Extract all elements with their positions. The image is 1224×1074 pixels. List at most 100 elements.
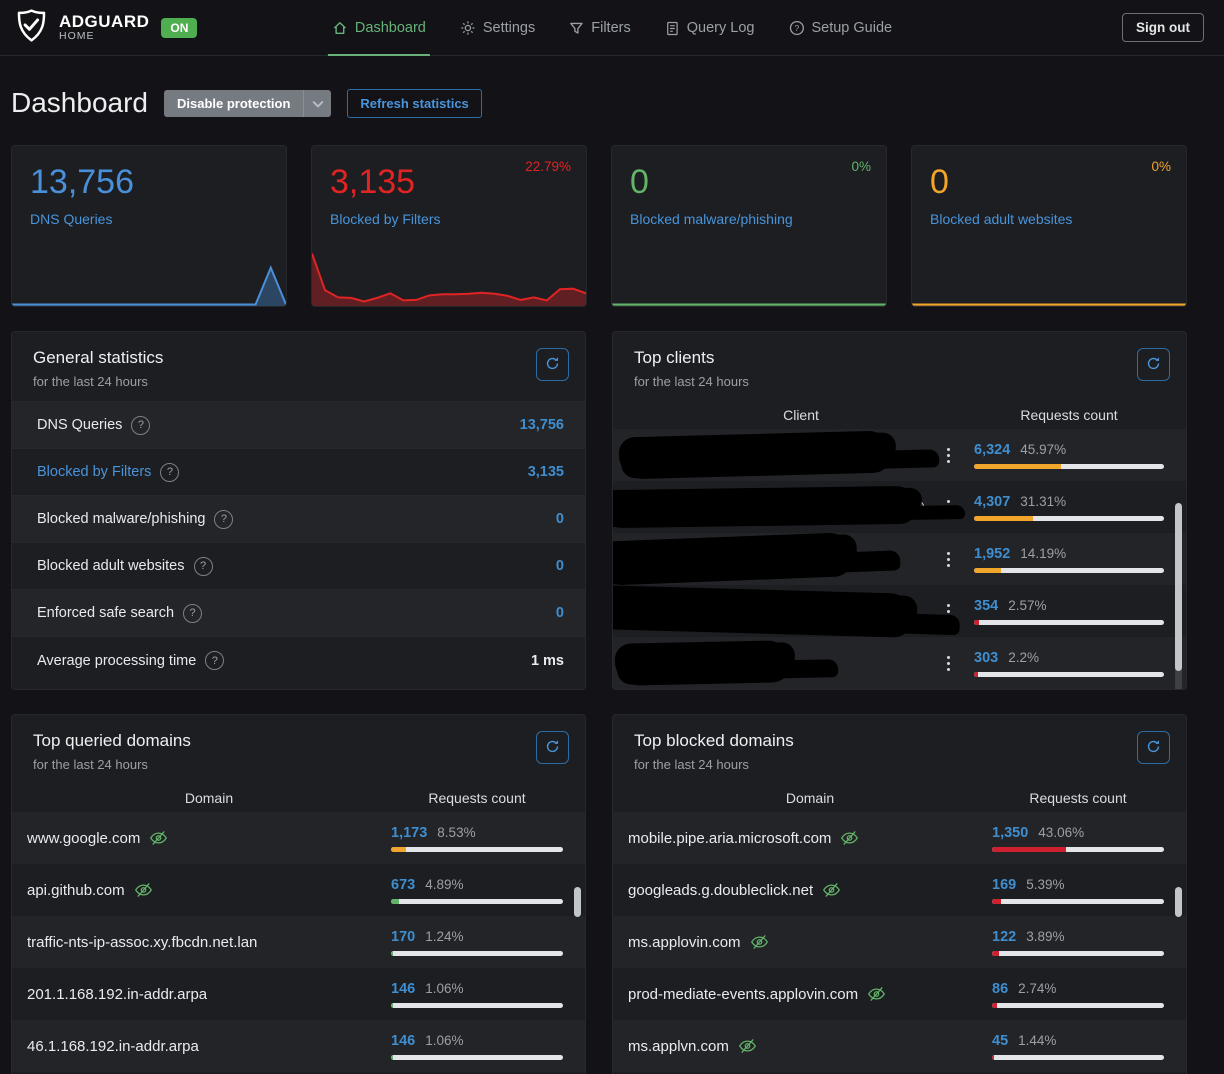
nav-item[interactable]: Filters bbox=[569, 0, 630, 56]
statistics-row: Blocked adult websites ? 0 bbox=[12, 543, 585, 590]
card-title: Top clients bbox=[634, 348, 749, 368]
requests-count: 45 bbox=[992, 1033, 1008, 1049]
stat-card: 0 Blocked malware/phishing 0% bbox=[611, 145, 887, 307]
statistics-value: 0 bbox=[556, 511, 564, 527]
requests-bar bbox=[391, 899, 563, 904]
table-row: ms.applvn.com 45 bbox=[613, 1020, 1186, 1072]
table-row: 46.1.168.192.in-addr.arpa bbox=[12, 1020, 585, 1072]
requests-count: 303 bbox=[974, 650, 998, 666]
stat-value: 13,756 bbox=[30, 163, 268, 202]
nav-item[interactable]: Query Log bbox=[665, 0, 755, 56]
requests-percent: 31.31% bbox=[1020, 494, 1066, 509]
stat-percent: 22.79% bbox=[525, 159, 571, 174]
logo-subtitle: HOME bbox=[59, 30, 149, 42]
scrollbar[interactable] bbox=[574, 887, 581, 1074]
column-header-domain: Domain bbox=[628, 790, 992, 806]
help-icon[interactable]: ? bbox=[205, 651, 224, 670]
refresh-icon bbox=[1146, 356, 1161, 374]
table-row: mobile.pipe.aria.microsoft.com bbox=[613, 812, 1186, 864]
requests-percent: 4.89% bbox=[425, 877, 463, 892]
svg-text:?: ? bbox=[794, 23, 799, 33]
requests-count: 354 bbox=[974, 598, 998, 614]
domain-name: prod-mediate-events.applovin.com bbox=[628, 986, 858, 1003]
card-subtitle: for the last 24 hours bbox=[33, 757, 191, 772]
help-icon[interactable]: ? bbox=[131, 416, 150, 435]
refresh-icon bbox=[545, 356, 560, 374]
stat-label-link[interactable]: Blocked adult websites bbox=[930, 211, 1072, 227]
stat-value: 0 bbox=[630, 163, 868, 202]
card-subtitle: for the last 24 hours bbox=[634, 374, 749, 389]
requests-count: 86 bbox=[992, 981, 1008, 997]
adguard-logo[interactable]: ADGUARD HOME bbox=[14, 8, 149, 48]
row-menu-button[interactable] bbox=[938, 604, 958, 619]
eye-off-icon bbox=[821, 881, 842, 899]
disable-protection-dropdown-button[interactable] bbox=[303, 90, 331, 117]
help-icon[interactable]: ? bbox=[214, 510, 233, 529]
row-menu-button[interactable] bbox=[938, 500, 958, 515]
refresh-button[interactable] bbox=[536, 731, 569, 764]
row-menu-button[interactable] bbox=[938, 448, 958, 463]
sign-out-button[interactable]: Sign out bbox=[1122, 13, 1204, 42]
requests-bar bbox=[391, 1055, 563, 1060]
chevron-down-icon bbox=[312, 96, 324, 111]
document-icon bbox=[665, 21, 680, 36]
statistics-value: 13,756 bbox=[520, 417, 564, 433]
card-title: Top queried domains bbox=[33, 731, 191, 751]
statistics-row: Enforced safe search ? 0 bbox=[12, 590, 585, 637]
eye-off-icon bbox=[839, 829, 860, 847]
requests-count: 122 bbox=[992, 929, 1016, 945]
refresh-icon bbox=[545, 739, 560, 757]
table-row: traffic-nts-ip-assoc.xy.fbcdn.net.lan bbox=[12, 916, 585, 968]
stat-card: 3,135 Blocked by Filters 22.79% bbox=[311, 145, 587, 307]
stat-label-link[interactable]: Blocked malware/phishing bbox=[630, 211, 793, 227]
table-row: ) 4,307 31.31% bbox=[613, 481, 1186, 533]
requests-count: 6,324 bbox=[974, 442, 1010, 458]
top-blocked-domains-card: Top blocked domains for the last 24 hour… bbox=[612, 714, 1187, 1074]
refresh-statistics-button[interactable]: Refresh statistics bbox=[347, 89, 481, 118]
stat-label-link[interactable]: DNS Queries bbox=[30, 211, 112, 227]
statistics-label: Blocked adult websites bbox=[37, 558, 185, 574]
requests-bar bbox=[992, 847, 1164, 852]
stat-card: 13,756 DNS Queries bbox=[11, 145, 287, 307]
funnel-icon bbox=[569, 21, 584, 36]
row-menu-button[interactable] bbox=[938, 656, 958, 671]
column-header-requests-count: Requests count bbox=[992, 790, 1164, 806]
nav-item[interactable]: Dashboard bbox=[332, 0, 426, 56]
domain-name: traffic-nts-ip-assoc.xy.fbcdn.net.lan bbox=[27, 934, 257, 951]
scrollbar[interactable] bbox=[1175, 887, 1182, 1074]
scrollbar-thumb[interactable] bbox=[574, 887, 581, 917]
help-icon[interactable]: ? bbox=[160, 463, 179, 482]
column-header-domain: Domain bbox=[27, 790, 391, 806]
stat-percent: 0% bbox=[1151, 159, 1171, 174]
stat-label-link[interactable]: Blocked by Filters bbox=[330, 211, 440, 227]
nav-item[interactable]: ? Setup Guide bbox=[788, 0, 892, 56]
table-row: 1,952 14.19% bbox=[613, 533, 1186, 585]
statistics-value: 0 bbox=[556, 558, 564, 574]
eye-off-icon bbox=[737, 1037, 758, 1055]
page-title: Dashboard bbox=[11, 87, 148, 119]
disable-protection-button[interactable]: Disable protection bbox=[164, 90, 303, 117]
refresh-icon bbox=[1146, 739, 1161, 757]
help-icon[interactable]: ? bbox=[183, 604, 202, 623]
requests-bar bbox=[974, 620, 1164, 625]
scrollbar[interactable] bbox=[1175, 503, 1182, 690]
row-menu-button[interactable] bbox=[938, 552, 958, 567]
requests-count: 1,350 bbox=[992, 825, 1028, 841]
scrollbar-thumb[interactable] bbox=[1175, 887, 1182, 917]
refresh-button[interactable] bbox=[1137, 348, 1170, 381]
table-row: 354 2.57% bbox=[613, 585, 1186, 637]
requests-count: 146 bbox=[391, 1033, 415, 1049]
help-icon[interactable]: ? bbox=[194, 557, 213, 576]
requests-bar bbox=[992, 1003, 1164, 1008]
eye-off-icon bbox=[148, 829, 169, 847]
requests-percent: 1.06% bbox=[425, 981, 463, 996]
refresh-button[interactable] bbox=[536, 348, 569, 381]
sparkline-chart bbox=[612, 250, 886, 306]
scrollbar-thumb[interactable] bbox=[1175, 503, 1182, 671]
client-name-remnant: ) bbox=[921, 500, 925, 515]
refresh-button[interactable] bbox=[1137, 731, 1170, 764]
statistics-value: 3,135 bbox=[528, 464, 564, 480]
shield-logo-icon bbox=[14, 8, 49, 48]
redacted-client-name bbox=[612, 486, 917, 528]
nav-item[interactable]: Settings bbox=[460, 0, 535, 56]
